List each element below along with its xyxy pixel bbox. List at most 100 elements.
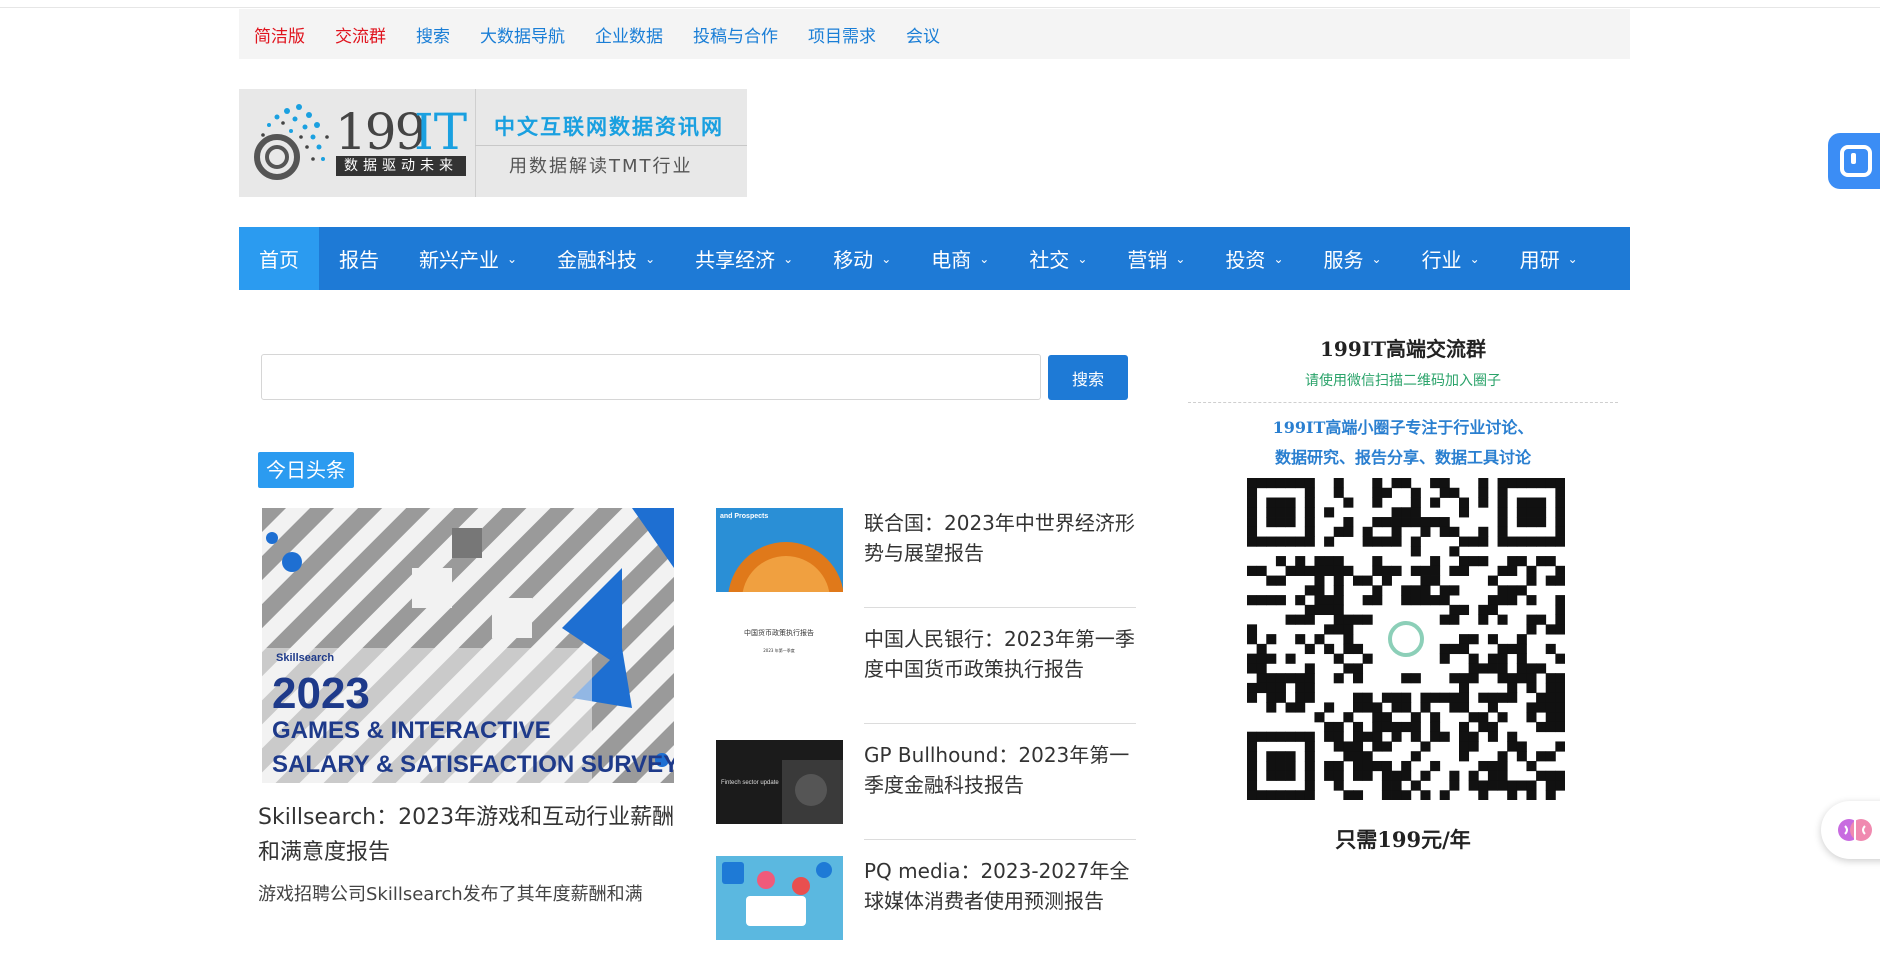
top-link[interactable]: 简洁版 <box>254 22 305 47</box>
news-item[interactable]: PQ media：2023-2027年全球媒体消费者使用预测报告 <box>716 856 1136 972</box>
chevron-down-icon: ⌄ <box>783 251 794 266</box>
browser-top-border <box>0 0 1880 8</box>
nav-item[interactable]: 服务 ⌄ <box>1304 227 1402 290</box>
floating-assistant-button[interactable] <box>1821 801 1880 859</box>
dandelion-logo-icon <box>254 104 329 180</box>
nav-item[interactable]: 新兴产业 ⌄ <box>399 227 537 290</box>
nav-item-label: 社交 <box>1029 248 1070 272</box>
qr-title: 199IT高端交流群 <box>1320 337 1486 361</box>
news-title[interactable]: PQ media：2023-2027年全球媒体消费者使用预测报告 <box>864 856 1136 916</box>
chevron-down-icon: ⌄ <box>1567 251 1578 266</box>
chevron-down-icon: ⌄ <box>645 251 656 266</box>
top-link[interactable]: 大数据导航 <box>480 22 565 47</box>
top-link[interactable]: 搜索 <box>416 22 450 47</box>
nav-item[interactable]: 首页 <box>239 227 319 290</box>
chevron-down-icon: ⌄ <box>1469 251 1480 266</box>
logo-number: 199 <box>335 103 426 161</box>
top-links-bar: 简洁版 交流群 搜索 大数据导航 企业数据 投稿与合作 项目需求 会议 <box>239 9 1630 59</box>
news-separator <box>864 839 1136 840</box>
featured-title[interactable]: Skillsearch：2023年游戏和互动行业薪酬和满意度报告 <box>258 800 688 870</box>
top-link[interactable]: 交流群 <box>335 22 386 47</box>
nav-item-label: 营销 <box>1127 248 1168 272</box>
news-thumb-text: 中国货币政策执行报告 <box>744 628 814 637</box>
chevron-down-icon: ⌄ <box>1175 251 1186 266</box>
featured-image[interactable]: Skillsearch 2023 GAMES & INTERACTIVE SAL… <box>262 508 674 783</box>
news-title[interactable]: GP Bullhound：2023年第一季度金融科技报告 <box>864 740 1136 800</box>
qr-description-line1: 199IT高端小圈子专注于行业讨论、 <box>1272 418 1534 437</box>
featured-year: 2023 <box>272 669 370 718</box>
news-title[interactable]: 中国人民银行：2023年第一季度中国货币政策执行报告 <box>864 624 1136 684</box>
top-link[interactable]: 企业数据 <box>595 22 663 47</box>
logo-tagline-secondary: 用数据解读TMT行业 <box>509 156 693 177</box>
wechat-qr-code <box>1247 478 1565 800</box>
top-link[interactable]: 会议 <box>906 22 940 47</box>
logo-tagline: 中文互联网数据资讯网 <box>494 115 724 139</box>
nav-item[interactable]: 金融科技 ⌄ <box>537 227 675 290</box>
qr-subtitle: 请使用微信扫描二维码加入圈子 <box>1305 373 1501 389</box>
nav-item-label: 新兴产业 <box>419 248 499 272</box>
nav-item[interactable]: 电商 ⌄ <box>911 227 1009 290</box>
chevron-down-icon: ⌄ <box>1273 251 1284 266</box>
floating-widget-button[interactable] <box>1828 133 1880 189</box>
wechat-center-icon <box>1388 621 1424 657</box>
nav-item-label: 首页 <box>259 248 299 272</box>
qr-price: 只需199元/年 <box>1335 827 1471 852</box>
nav-item[interactable]: 社交 ⌄ <box>1009 227 1107 290</box>
nav-item-label: 投资 <box>1225 248 1266 272</box>
news-thumbnail[interactable]: Fintech sector update <box>716 740 843 824</box>
nav-item-label: 电商 <box>931 248 972 272</box>
nav-item-label: 用研 <box>1519 248 1560 272</box>
chevron-down-icon: ⌄ <box>881 251 892 266</box>
news-separator <box>864 723 1136 724</box>
headline-badge: 今日头条 <box>258 452 354 488</box>
news-separator <box>864 607 1136 608</box>
chevron-down-icon: ⌄ <box>1077 251 1088 266</box>
featured-brand: Skillsearch <box>276 652 334 664</box>
brain-icon <box>1838 819 1872 841</box>
featured-line1: GAMES & INTERACTIVE <box>272 717 551 744</box>
featured-excerpt: 游戏招聘公司Skillsearch发布了其年度薪酬和满 <box>258 884 643 905</box>
nav-item-label: 服务 <box>1323 248 1364 272</box>
news-item[interactable]: and Prospects 联合国：2023年中世界经济形势与展望报告 <box>716 508 1136 624</box>
search-input[interactable] <box>261 354 1041 400</box>
nav-item[interactable]: 报告 <box>319 227 399 290</box>
square-icon <box>1840 145 1872 177</box>
qr-description-line2: 数据研究、报告分享、数据工具讨论 <box>1274 448 1531 467</box>
news-title[interactable]: 联合国：2023年中世界经济形势与展望报告 <box>864 508 1136 568</box>
search-button[interactable]: 搜索 <box>1048 355 1128 400</box>
news-thumbnail[interactable] <box>716 856 843 940</box>
logo-divider-horizontal <box>475 145 747 146</box>
chevron-down-icon: ⌄ <box>1371 251 1382 266</box>
nav-item[interactable]: 投资 ⌄ <box>1205 227 1303 290</box>
news-thumb-subtext: 2023 年第一季度 <box>763 647 794 653</box>
top-link[interactable]: 投稿与合作 <box>693 22 778 47</box>
site-logo[interactable]: 199 IT 数据驱动未来 中文互联网数据资讯网 用数据解读TMT行业 <box>239 89 747 197</box>
featured-line2: SALARY & SATISFACTION SURVEY <box>272 751 674 778</box>
news-thumbnail[interactable]: 中国货币政策执行报告 2023 年第一季度 <box>716 624 843 708</box>
nav-item[interactable]: 行业 ⌄ <box>1402 227 1500 290</box>
logo-it: IT <box>414 103 468 161</box>
news-thumbnail[interactable]: and Prospects <box>716 508 843 592</box>
news-item[interactable]: 中国货币政策执行报告 2023 年第一季度 中国人民银行：2023年第一季度中国… <box>716 624 1136 740</box>
chevron-down-icon: ⌄ <box>507 251 518 266</box>
news-thumb-text: Fintech sector update <box>721 780 779 786</box>
nav-item[interactable]: 共享经济 ⌄ <box>675 227 813 290</box>
nav-item[interactable]: 移动 ⌄ <box>813 227 911 290</box>
nav-item-label: 报告 <box>339 248 379 272</box>
logo-divider <box>475 89 476 197</box>
top-link[interactable]: 项目需求 <box>808 22 876 47</box>
chevron-down-icon: ⌄ <box>979 251 990 266</box>
nav-item[interactable]: 营销 ⌄ <box>1107 227 1205 290</box>
logo-slogan: 数据驱动未来 <box>336 156 466 176</box>
featured-image-graphic: Skillsearch 2023 GAMES & INTERACTIVE SAL… <box>262 508 674 783</box>
nav-item-label: 共享经济 <box>695 248 776 272</box>
nav-item-label: 移动 <box>833 248 874 272</box>
qr-divider <box>1188 402 1618 403</box>
main-nav: 首页 报告 新兴产业 ⌄ 金融科技 ⌄ 共享经济 ⌄ 移动 ⌄ 电商 ⌄ 社交 ⌄ 营销 ⌄ 投资 ⌄ 服务 ⌄ 行业 ⌄… <box>239 227 1630 290</box>
nav-item-label: 金融科技 <box>557 248 638 272</box>
nav-item[interactable]: 用研 ⌄ <box>1500 227 1598 290</box>
news-item[interactable]: Fintech sector update GP Bullhound：2023年… <box>716 740 1136 856</box>
nav-item-label: 行业 <box>1421 248 1462 272</box>
news-thumb-text: and Prospects <box>720 513 768 520</box>
square-icon-dot <box>1851 153 1856 164</box>
